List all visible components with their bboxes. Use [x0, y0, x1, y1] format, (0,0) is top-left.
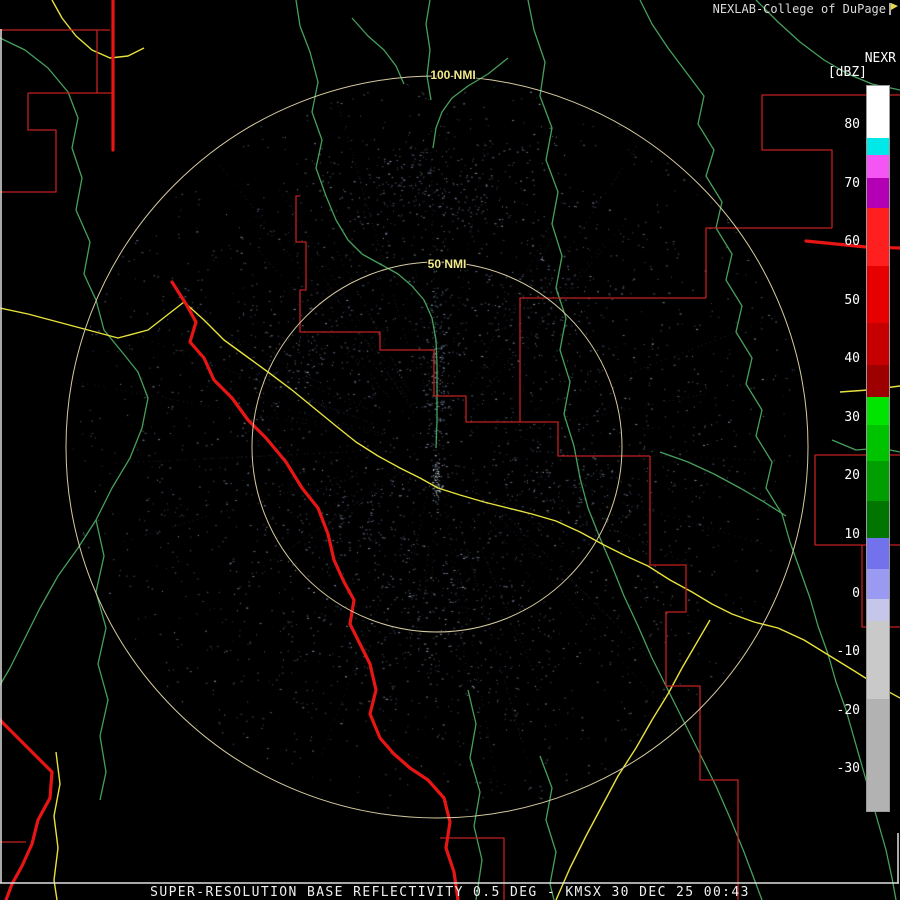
product-caption: SUPER-RESOLUTION BASE REFLECTIVITY 0.5 D…	[150, 885, 750, 900]
colorbar	[866, 85, 890, 812]
highway-line	[0, 301, 900, 699]
county-boundary-line	[0, 93, 57, 193]
highway-line	[555, 619, 711, 900]
range-ring-label-50: 50 NMI	[427, 257, 467, 271]
colorbar-segment	[867, 86, 889, 138]
colorbar-segment	[867, 178, 889, 208]
colorbar-segment	[867, 365, 889, 397]
river-line	[95, 519, 109, 801]
colorbar-segment	[867, 208, 889, 266]
colorbar-segments	[867, 86, 889, 811]
radar-viewer: 100 NMI 50 NMI NEXLAB-College of DuPage …	[0, 0, 900, 900]
river-line	[351, 17, 405, 85]
colorbar-segment	[867, 461, 889, 501]
county-boundary-line	[520, 421, 650, 457]
county-boundary-line	[519, 297, 706, 422]
colorbar-segment	[867, 699, 889, 811]
colorbar-segment	[867, 425, 889, 461]
colorbar-units: [dBZ]	[827, 65, 867, 80]
colorbar-segment	[867, 569, 889, 599]
river-line	[425, 0, 432, 101]
frame-layer	[0, 29, 899, 884]
river-line	[539, 755, 557, 900]
rivers-layer	[0, 0, 900, 900]
map-overlay	[0, 0, 900, 900]
county-boundary-line	[433, 350, 520, 423]
colorbar-segment	[867, 621, 889, 699]
state-border-line	[0, 718, 54, 900]
county-boundary-line	[649, 456, 739, 900]
state-border-line	[170, 280, 460, 900]
brand-text[interactable]: NEXLAB-College of DuPage	[713, 2, 886, 16]
colorbar-segment	[867, 138, 889, 155]
highway-line	[51, 0, 145, 59]
river-line	[467, 689, 483, 900]
colorbar-segment	[867, 599, 889, 621]
colorbar-segment	[867, 155, 889, 178]
colorbar-segment	[867, 266, 889, 323]
river-line	[0, 37, 149, 686]
colorbar-segment	[867, 323, 889, 365]
river-line	[295, 0, 438, 449]
colorbar-segment	[867, 538, 889, 569]
counties-layer	[0, 29, 900, 900]
range-ring-label-100: 100 NMI	[430, 68, 476, 82]
cod-logo-icon[interactable]	[888, 2, 899, 16]
colorbar-title: NEXR	[864, 51, 896, 66]
colorbar-segment	[867, 501, 889, 538]
river-line	[527, 0, 763, 900]
county-boundary-line	[705, 227, 832, 298]
range-rings-layer	[65, 75, 809, 819]
range-ring-100nmi	[65, 75, 809, 819]
highway-line	[53, 751, 61, 900]
colorbar-segment	[867, 397, 889, 425]
county-boundary-line	[295, 195, 434, 351]
